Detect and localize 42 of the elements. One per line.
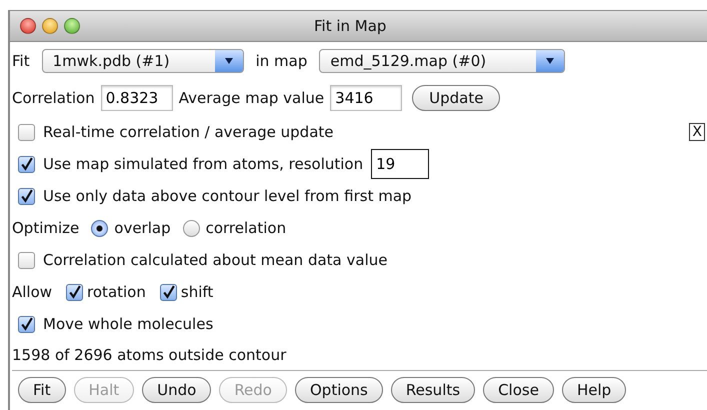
dialog-button[interactable]: Results (390, 377, 476, 403)
window-title: Fit in Map (314, 17, 386, 35)
checkbox[interactable] (18, 252, 35, 268)
dialog-button[interactable]: Undo (142, 377, 212, 403)
radio-button[interactable] (91, 220, 108, 236)
dialog-button[interactable]: Help (562, 377, 626, 403)
resolution-field[interactable]: 19 (371, 149, 430, 179)
correlation-label: Correlation (12, 89, 95, 107)
dialog-button[interactable]: Fit (18, 377, 66, 403)
checkbox[interactable] (18, 316, 35, 332)
checkbox-label: rotation (87, 283, 146, 301)
checkbox[interactable] (18, 156, 35, 172)
checkbox[interactable] (18, 124, 35, 140)
checkbox-label: shift (180, 283, 214, 301)
minimize-icon[interactable] (42, 18, 58, 34)
status-text: 1598 of 2696 atoms outside contour (12, 346, 286, 364)
zoom-icon[interactable] (64, 18, 80, 34)
radio-button[interactable] (182, 220, 200, 236)
dialog-button[interactable]: Options (295, 377, 383, 403)
radio-label: correlation (206, 219, 286, 237)
close-box[interactable]: X (689, 123, 705, 141)
checkbox-label: Real-time correlation / average update (43, 123, 334, 141)
checkbox[interactable] (66, 284, 84, 300)
dialog-button[interactable]: Close (483, 377, 554, 403)
checkbox-label: Use map simulated from atoms, resolution (43, 155, 364, 173)
checkbox-label: Correlation calculated about mean data value (43, 251, 388, 269)
close-icon[interactable] (20, 18, 36, 34)
checkbox-label: Use only data above contour level from first map (43, 187, 412, 205)
update-button[interactable]: Update (412, 85, 500, 111)
fit-label: Fit (12, 52, 30, 70)
optimize-label: Optimize (12, 219, 80, 237)
checkbox[interactable] (160, 284, 177, 300)
checkbox-label: Move whole molecules (43, 315, 214, 333)
map-label: in map (256, 52, 308, 70)
correlation-field[interactable]: 0.8323 (100, 85, 173, 111)
radio-label: overlap (114, 219, 171, 237)
average-label: Average map value (178, 89, 324, 107)
average-field[interactable]: 3416 (330, 85, 402, 111)
model-dropdown[interactable]: 1mwk.pdb (#1) (42, 49, 244, 73)
checkbox[interactable] (18, 188, 35, 204)
allow-label: Allow (12, 283, 52, 301)
map-dropdown[interactable]: emd_5129.map (#0) (319, 49, 566, 73)
